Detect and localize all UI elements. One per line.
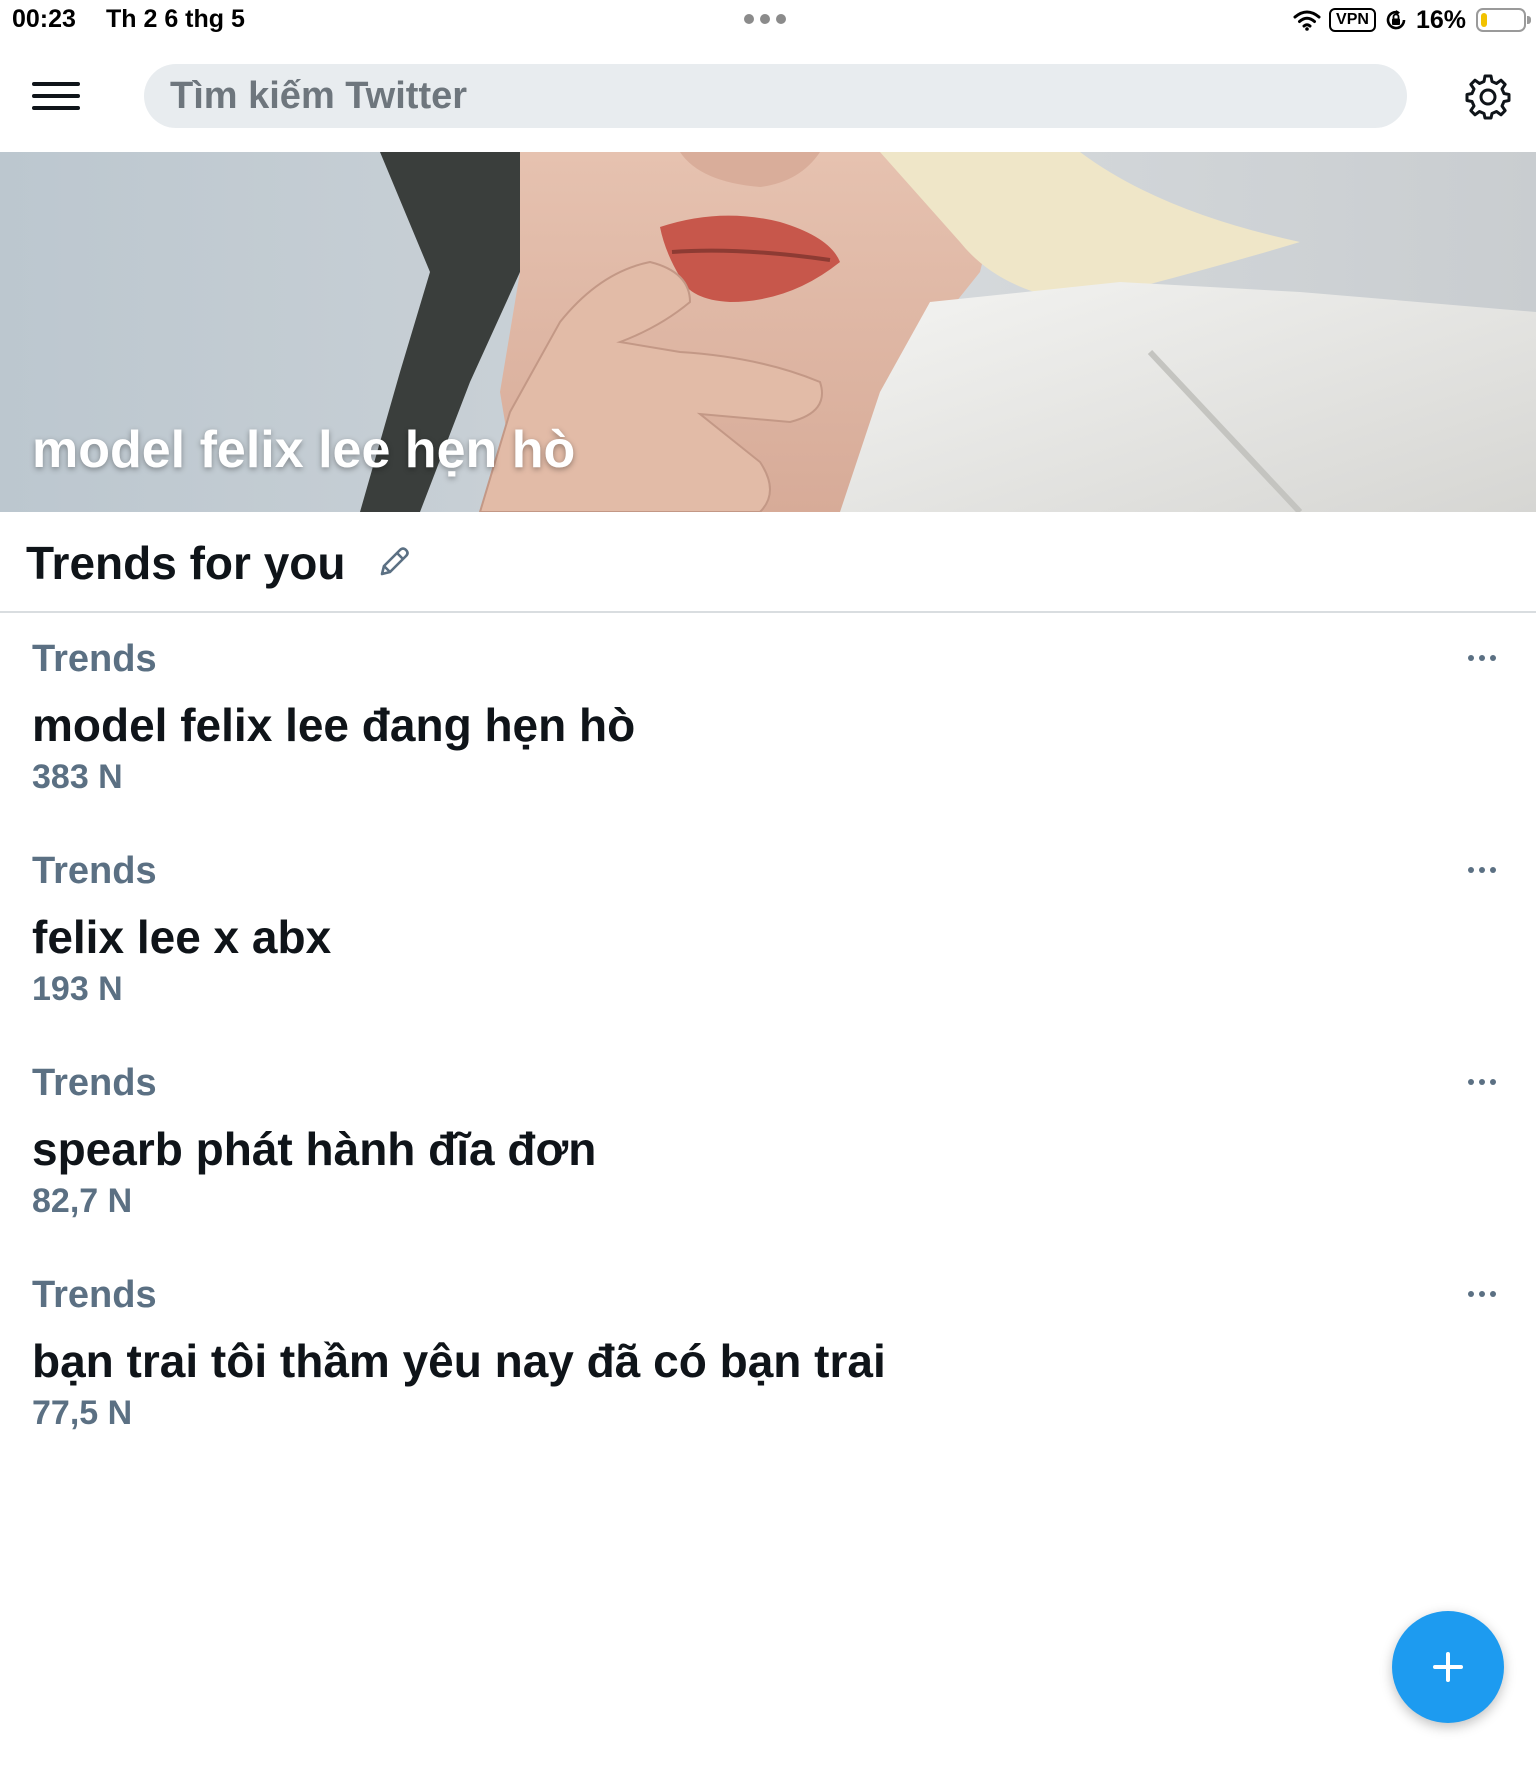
multitasking-dots-icon[interactable] (744, 14, 786, 24)
status-time: 00:23 (12, 5, 76, 33)
trend-name: model felix lee đang hẹn hò (32, 699, 636, 751)
vpn-badge: VPN (1329, 8, 1376, 32)
hero-banner[interactable]: model felix lee hẹn hò (0, 152, 1536, 512)
trend-name: spearb phát hành đĩa đơn (32, 1123, 597, 1175)
trend-category: Trends (32, 1274, 157, 1316)
hero-title: model felix lee hẹn hò (32, 421, 576, 479)
search-box[interactable] (144, 64, 1407, 128)
trend-name: felix lee x abx (32, 911, 332, 963)
trend-category: Trends (32, 1062, 157, 1104)
gear-icon[interactable] (1464, 72, 1512, 120)
trend-item[interactable]: Trends bạn trai tôi thầm yêu nay đã có b… (0, 1250, 1536, 1462)
wifi-icon (1293, 10, 1321, 31)
status-indicators: VPN 16% (1293, 4, 1531, 36)
trends-section-title: Trends for you (26, 537, 346, 589)
trend-category: Trends (32, 638, 157, 680)
battery-fill (1481, 13, 1487, 27)
trend-name: bạn trai tôi thầm yêu nay đã có bạn trai (32, 1335, 886, 1387)
orientation-lock-icon (1386, 10, 1406, 30)
trend-count: 77,5 N (32, 1394, 133, 1432)
search-input[interactable] (144, 64, 1407, 128)
compose-tweet-button[interactable] (1392, 1611, 1504, 1723)
trend-item[interactable]: Trends model felix lee đang hẹn hò 383 N (0, 614, 1536, 826)
trend-item[interactable]: Trends felix lee x abx 193 N (0, 826, 1536, 1038)
battery-percent: 16% (1415, 5, 1466, 34)
top-navigation (0, 48, 1536, 152)
status-date: Th 2 6 thg 5 (106, 5, 245, 33)
trend-item[interactable]: Trends spearb phát hành đĩa đơn 82,7 N (0, 1038, 1536, 1250)
more-options-icon[interactable] (1468, 1074, 1502, 1090)
more-options-icon[interactable] (1468, 1286, 1502, 1302)
more-options-icon[interactable] (1468, 862, 1502, 878)
trend-count: 383 N (32, 758, 123, 796)
trends-header: Trends for you (0, 512, 1536, 613)
more-options-icon[interactable] (1468, 650, 1502, 666)
trend-count: 82,7 N (32, 1182, 133, 1220)
trend-count: 193 N (32, 970, 123, 1008)
status-bar: 00:23 Th 2 6 thg 5 VPN 16% (0, 0, 1536, 40)
trend-list: Trends model felix lee đang hẹn hò 383 N… (0, 614, 1536, 1462)
pencil-icon[interactable] (374, 542, 414, 582)
menu-button[interactable] (24, 72, 88, 120)
twitter-explore-page: 00:23 Th 2 6 thg 5 VPN 16% Tìm kiếm Twit… (0, 0, 1536, 1765)
battery-icon (1476, 8, 1531, 32)
trend-category: Trends (32, 850, 157, 892)
